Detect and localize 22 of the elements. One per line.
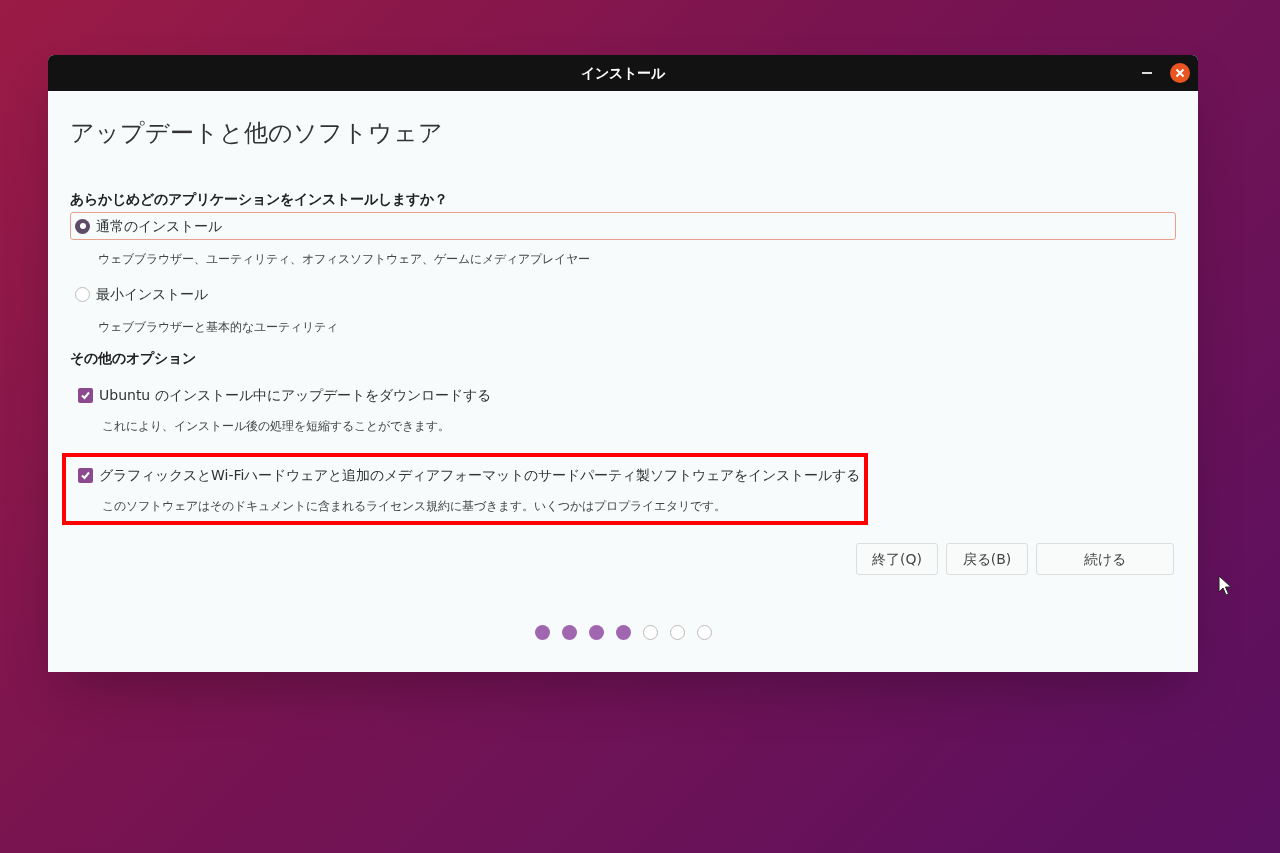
dialog-button[interactable]: 終了(Q)	[856, 543, 938, 575]
checkbox[interactable]	[78, 467, 93, 483]
mouse-pointer-icon	[1218, 575, 1232, 596]
checkbox-option[interactable]: Ubuntu のインストール中にアップデートをダウンロードする	[74, 381, 491, 409]
radio-button[interactable]	[75, 286, 90, 302]
checkbox-option[interactable]: グラフィックスとWi-Fiハードウェアと追加のメディアフォーマットのサードパーティ製ソフトウェアをインストールする	[74, 461, 861, 489]
window-title: インストール	[581, 63, 665, 83]
option-description: このソフトウェアはそのドキュメントに含まれるライセンス規約に基づきます。いくつかはプロプライエタリです。	[102, 498, 726, 515]
radio-option[interactable]: 最小インストール	[70, 280, 1176, 308]
section-heading: あらかじめどのアプリケーションをインストールしますか？	[70, 190, 448, 209]
option-description: ウェブブラウザーと基本的なユーティリティ	[98, 319, 338, 336]
option-description: ウェブブラウザー、ユーティリティ、オフィスソフトウェア、ゲームにメディアプレイヤー	[98, 251, 590, 268]
option-description: これにより、インストール後の処理を短縮することができます。	[102, 418, 450, 435]
close-icon[interactable]	[1170, 63, 1190, 83]
dialog-button[interactable]: 戻る(B)	[946, 543, 1028, 575]
radio-option[interactable]: 通常のインストール	[70, 212, 1176, 240]
checkbox[interactable]	[78, 387, 93, 403]
page-heading: アップデートと他のソフトウェア	[70, 118, 443, 149]
dialog-button[interactable]: 続ける	[1036, 543, 1174, 575]
section-heading: その他のオプション	[70, 349, 196, 368]
radio-button[interactable]	[75, 218, 90, 234]
minimize-icon[interactable]	[1142, 72, 1152, 75]
